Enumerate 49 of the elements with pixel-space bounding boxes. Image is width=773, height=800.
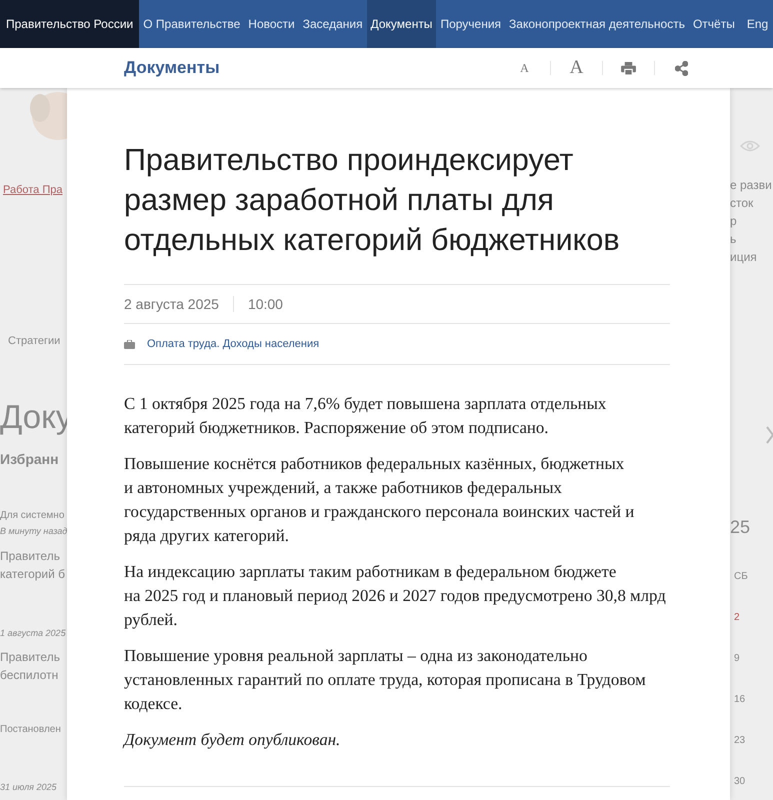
faded-calendar-day: 2 (734, 610, 740, 625)
faded-date: 1 августа 2025 (0, 626, 66, 640)
closing-note: Документ будет опубликован. (124, 729, 342, 751)
eye-icon (740, 140, 760, 152)
section-title: Документы (124, 57, 220, 80)
language-link[interactable]: Eng (738, 0, 773, 48)
faded-calendar-day: 16 (734, 692, 746, 707)
faded-label: Для системно (0, 509, 64, 523)
nav-link[interactable]: Новости (244, 0, 299, 48)
briefcase-icon (124, 340, 135, 348)
faded-calendar-day: 30 (734, 774, 746, 789)
nav-link[interactable]: Поручения (436, 0, 506, 48)
faded-list-item: ь (730, 231, 736, 248)
faded-list-item: р (730, 213, 737, 230)
chevron-right-icon (766, 426, 773, 444)
body-paragraph: Повышение коснётся работников федеральных казённых, бюджетных и автономных учреждений, а также работников федеральных государственных органов и гражданского персонала воинских частей и ряда других категорий. (124, 453, 636, 547)
faded-weekday: СБ (734, 570, 748, 584)
faded-calendar-day: 9 (734, 651, 740, 666)
faded-label: Постановлен (0, 723, 61, 737)
faded-news-title: беспилотн (0, 667, 58, 684)
faded-list-item: сток (730, 195, 754, 212)
faded-list-item: иция (730, 249, 757, 266)
faded-news-title: категорий б (0, 566, 66, 582)
body-paragraph: На индексацию зарплаты таким работникам в федеральном бюджете на 2025 год и плановый период 2026 и 2027 годов предусмотрено 30,8 млрд рублей. (124, 561, 667, 631)
share-icon (674, 60, 688, 76)
font-decrease-button[interactable]: A (499, 61, 551, 75)
faded-date: 31 июля 2025 (0, 781, 56, 794)
nav-link[interactable]: Отчёты (688, 0, 739, 48)
publish-date: 2 августа 2025 (124, 294, 219, 314)
faded-tab-label: Стратегии (8, 334, 60, 348)
printer-icon (621, 62, 636, 74)
nav-link[interactable]: Документы (366, 0, 436, 48)
document-title: Правительство проиндексирует размер заработной платы для отдельных категорий бюджетников (124, 142, 621, 259)
faded-time: В минуту назад (0, 525, 68, 538)
nav-link[interactable]: О Правительстве (139, 0, 244, 48)
faded-list-item: е разви (730, 177, 772, 194)
faded-news-title: Правитель (0, 548, 60, 564)
faded-calendar-day: 23 (734, 733, 746, 748)
nav-link[interactable]: Заседания (298, 0, 367, 48)
tag-link[interactable]: Оплата труда. Доходы населения (147, 336, 320, 352)
body-paragraph: С 1 октября 2025 года на 7,6% будет повышена зарплата отдельных категорий бюджетников. Распоряжение об этом подписано. (124, 393, 608, 439)
site-title-link[interactable]: Правительство России (0, 0, 140, 48)
nav-link[interactable]: Законопроектная деятельность (505, 0, 689, 48)
faded-subheading: Избранн (0, 450, 59, 469)
publish-time: 10:00 (248, 294, 283, 314)
faded-news-title: Правитель (0, 649, 60, 666)
body-paragraph: Повышение уровня реальной зарплаты – одна из законодательно установленных гарантий по оплате труда, которая прописана в Трудовом кодексе. (124, 645, 647, 715)
font-increase-button[interactable]: A (551, 61, 603, 75)
faded-calendar-year: 25 (730, 516, 750, 539)
